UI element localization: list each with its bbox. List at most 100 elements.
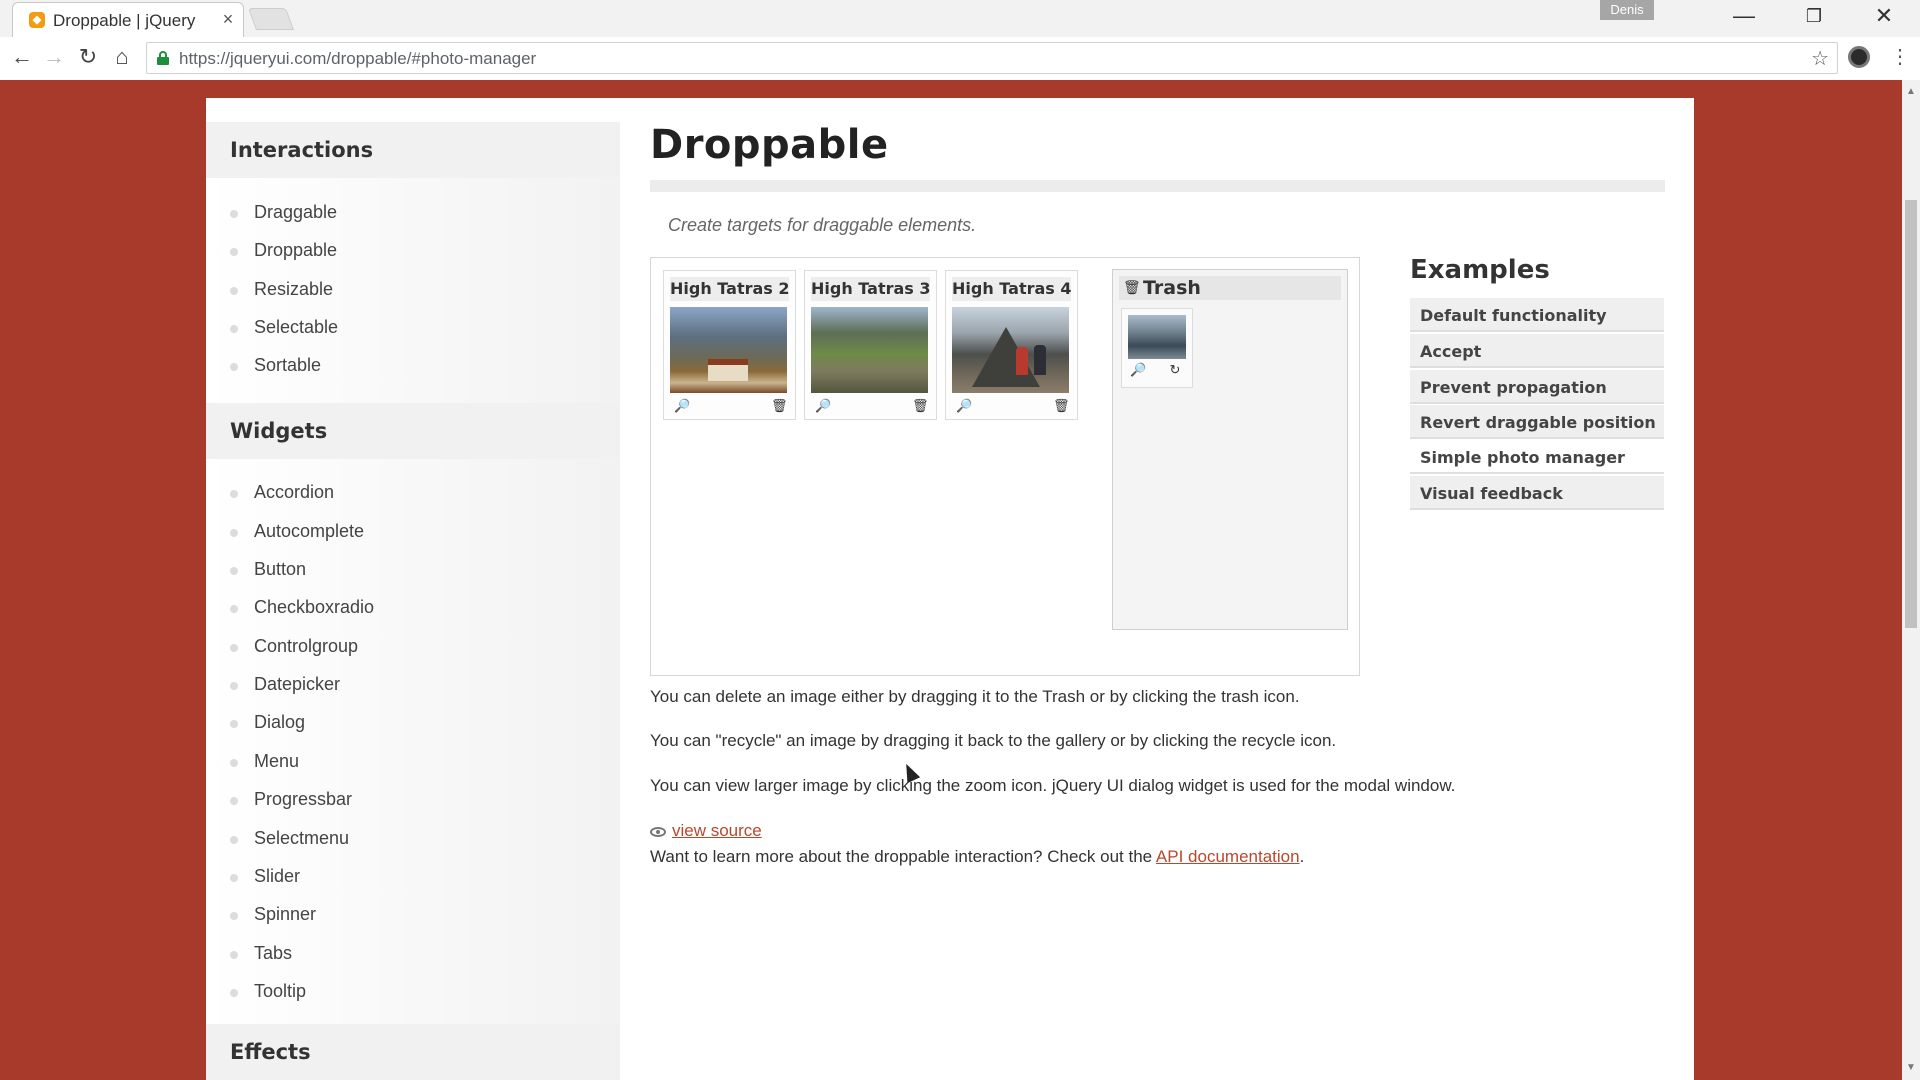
new-tab-button[interactable] [247, 8, 295, 30]
zoom-icon[interactable]: 🔎 [674, 399, 690, 413]
sidebar-item-slider[interactable]: Slider [230, 864, 530, 892]
sidebar-item-accordion[interactable]: Accordion [230, 480, 530, 508]
address-bar[interactable]: https://jqueryui.com/droppable/#photo-ma… [146, 42, 1838, 74]
gallery-item[interactable]: High Tatras 2 🔎 🗑 [663, 270, 796, 420]
learn-more-row: Want to learn more about the droppable i… [650, 847, 1304, 867]
view-source-link[interactable]: view source [672, 821, 762, 840]
window-close-icon[interactable]: ✕ [1854, 0, 1914, 32]
bullet-icon [230, 605, 238, 613]
sidebar-link[interactable]: Checkboxradio [254, 597, 374, 618]
example-link-visual-feedback[interactable]: Visual feedback [1410, 476, 1664, 510]
home-icon[interactable]: ⌂ [108, 43, 136, 71]
lock-icon [157, 51, 169, 65]
example-link-accept[interactable]: Accept [1410, 334, 1664, 368]
example-link-revert[interactable]: Revert draggable position [1410, 405, 1664, 439]
sidebar-link[interactable]: Progressbar [254, 789, 352, 810]
photo-thumbnail[interactable] [952, 307, 1069, 393]
title-divider [650, 180, 1665, 192]
example-link-default[interactable]: Default functionality [1410, 298, 1664, 332]
sidebar-item-datepicker[interactable]: Datepicker [230, 672, 530, 700]
example-link-photo-manager[interactable]: Simple photo manager [1410, 440, 1664, 474]
sidebar-link[interactable]: Tabs [254, 943, 292, 964]
bullet-icon [230, 210, 238, 218]
sidebar-item-checkboxradio[interactable]: Checkboxradio [230, 595, 530, 623]
bullet-icon [230, 529, 238, 537]
sidebar-link[interactable]: Sortable [254, 355, 321, 376]
browser-menu-icon[interactable]: ⋮ [1890, 44, 1910, 70]
sidebar-link[interactable]: Selectable [254, 317, 338, 338]
sidebar-link[interactable]: Accordion [254, 482, 334, 503]
bookmark-star-icon[interactable]: ☆ [1811, 46, 1829, 71]
scroll-thumb[interactable] [1905, 200, 1917, 628]
sidebar-item-tooltip[interactable]: Tooltip [230, 979, 530, 1007]
gallery-item[interactable]: High Tatras 4 🔎 🗑 [945, 270, 1078, 420]
sidebar-item-droppable[interactable]: Droppable [230, 238, 530, 266]
extension-icon[interactable] [1848, 46, 1870, 68]
trash-drop-zone[interactable]: 🗑 Trash 🔎 ↻ [1112, 269, 1348, 630]
trash-icon[interactable]: 🗑 [771, 399, 788, 413]
page-header-bar [206, 80, 1694, 98]
bullet-icon [230, 759, 238, 767]
sidebar-link[interactable]: Menu [254, 751, 299, 772]
photo-thumbnail[interactable] [1128, 315, 1186, 359]
gallery-item[interactable]: High Tatras 3 🔎 🗑 [804, 270, 937, 420]
sidebar-item-draggable[interactable]: Draggable [230, 200, 530, 228]
sidebar-heading-text: Widgets [230, 419, 328, 443]
bullet-icon [230, 248, 238, 256]
sidebar-item-tabs[interactable]: Tabs [230, 941, 530, 969]
zoom-icon[interactable]: 🔎 [956, 399, 972, 413]
trash-header: 🗑 Trash [1119, 276, 1341, 300]
sidebar-link[interactable]: Controlgroup [254, 636, 358, 657]
page-scrollbar[interactable]: ▲ ▼ [1902, 80, 1920, 1080]
scroll-up-icon[interactable]: ▲ [1906, 86, 1916, 97]
sidebar-link[interactable]: Button [254, 559, 306, 580]
sidebar-item-dialog[interactable]: Dialog [230, 710, 530, 738]
sidebar-link[interactable]: Datepicker [254, 674, 340, 695]
trash-icon[interactable]: 🗑 [1053, 399, 1070, 413]
bullet-icon [230, 836, 238, 844]
api-documentation-link[interactable]: API documentation [1156, 847, 1300, 866]
photo-thumbnail[interactable] [670, 307, 787, 393]
reload-icon[interactable]: ↻ [74, 43, 102, 71]
scroll-down-icon[interactable]: ▼ [1906, 1062, 1916, 1073]
url-text: https://jqueryui.com/droppable/#photo-ma… [179, 49, 537, 68]
sidebar-item-autocomplete[interactable]: Autocomplete [230, 519, 530, 547]
forward-arrow-icon[interactable]: → [40, 43, 68, 71]
trash-title: Trash [1143, 277, 1201, 299]
back-arrow-icon[interactable]: ← [8, 43, 36, 71]
sidebar-item-progressbar[interactable]: Progressbar [230, 787, 530, 815]
sidebar-item-button[interactable]: Button [230, 557, 530, 585]
minimize-icon[interactable]: — [1714, 0, 1774, 32]
zoom-icon[interactable]: 🔎 [1130, 363, 1146, 377]
trash-icon: 🗑 [1123, 279, 1141, 295]
sidebar-item-menu[interactable]: Menu [230, 749, 530, 777]
sidebar-heading-widgets: Widgets [206, 403, 620, 459]
example-link-prevent-propagation[interactable]: Prevent propagation [1410, 370, 1664, 404]
sidebar-link[interactable]: Resizable [254, 279, 333, 300]
sidebar-link[interactable]: Autocomplete [254, 521, 364, 542]
sidebar-link[interactable]: Dialog [254, 712, 305, 733]
sidebar-link[interactable]: Spinner [254, 904, 316, 925]
trash-icon[interactable]: 🗑 [912, 399, 929, 413]
sidebar-item-spinner[interactable]: Spinner [230, 902, 530, 930]
sidebar-item-controlgroup[interactable]: Controlgroup [230, 634, 530, 662]
sidebar-item-resizable[interactable]: Resizable [230, 277, 530, 305]
sidebar-item-selectmenu[interactable]: Selectmenu [230, 826, 530, 854]
eye-icon [650, 827, 666, 837]
sidebar-link[interactable]: Slider [254, 866, 300, 887]
browser-tab[interactable]: ◆ Droppable | jQuery × [12, 2, 244, 37]
sidebar-link[interactable]: Selectmenu [254, 828, 349, 849]
recycle-icon[interactable]: ↻ [1168, 363, 1182, 377]
profile-badge[interactable]: Denis [1600, 0, 1654, 20]
sidebar-item-sortable[interactable]: Sortable [230, 353, 530, 381]
photo-thumbnail[interactable] [811, 307, 928, 393]
sidebar-link[interactable]: Draggable [254, 202, 337, 223]
sidebar-heading-effects: Effects [206, 1024, 620, 1080]
restore-icon[interactable]: ❐ [1784, 0, 1844, 32]
zoom-icon[interactable]: 🔎 [815, 399, 831, 413]
tab-close-icon[interactable]: × [219, 9, 237, 29]
trashed-item[interactable]: 🔎 ↻ [1121, 308, 1193, 388]
sidebar-link[interactable]: Tooltip [254, 981, 306, 1002]
sidebar-link[interactable]: Droppable [254, 240, 337, 261]
sidebar-item-selectable[interactable]: Selectable [230, 315, 530, 343]
